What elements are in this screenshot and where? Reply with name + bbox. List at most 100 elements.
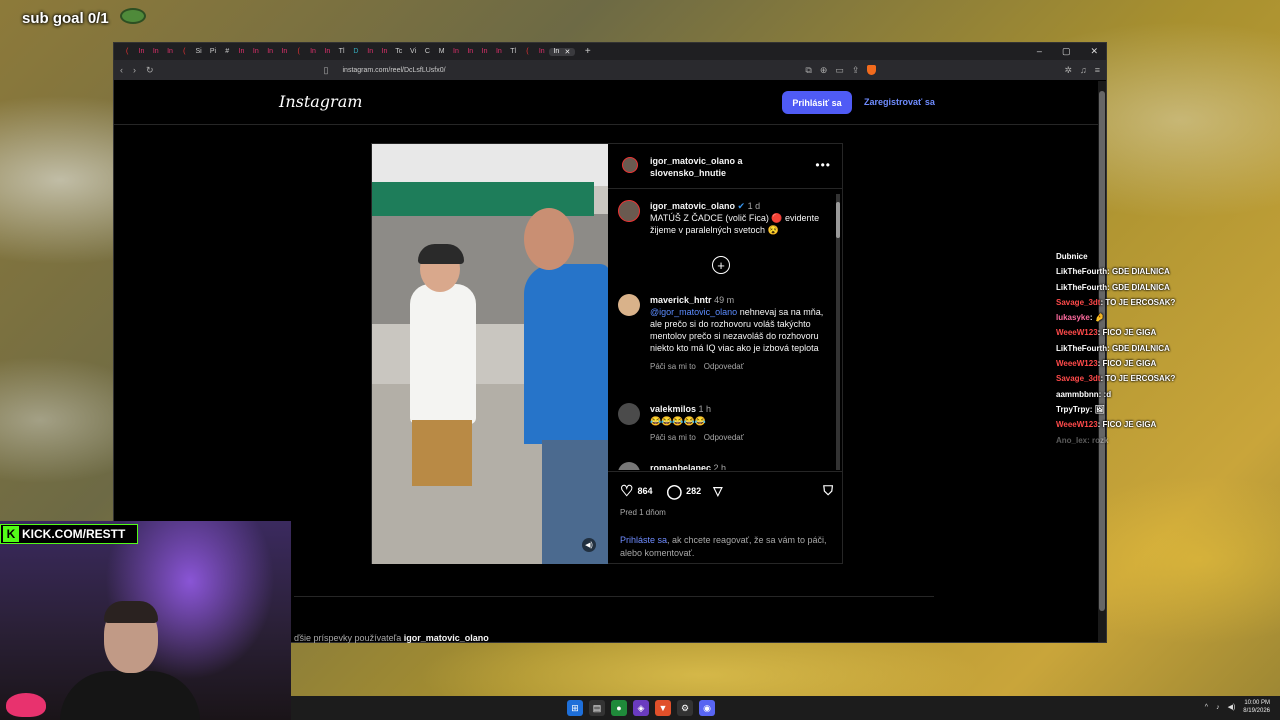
chat-username[interactable]: LikTheFourth [1056,283,1107,292]
tab-active[interactable]: In ✕ [548,47,575,56]
browser-tab[interactable]: Si [191,46,205,58]
comment-mention[interactable]: @igor_matovic_olano [650,307,737,317]
reply-link[interactable]: Odpovedať [704,433,744,442]
chat-username[interactable]: Savage_3dt [1056,298,1100,307]
browser-tab[interactable]: In [463,46,477,58]
chat-username[interactable]: WeeeW123 [1056,359,1098,368]
login-prompt-link[interactable]: Prihláste sa [620,535,667,545]
browser-tab[interactable]: In [320,46,334,58]
browser-tab[interactable]: In [263,46,277,58]
instagram-logo[interactable]: Instagram [279,92,362,111]
reel-video[interactable]: ◀) [372,144,608,564]
browser-tab[interactable]: In [163,46,177,58]
browser-tab[interactable]: In [363,46,377,58]
clock[interactable]: 10:00 PM 8/19/2026 [1243,699,1270,715]
browser-tab[interactable]: ( [120,46,134,58]
chat-username[interactable]: lukasyke [1056,313,1090,322]
new-tab-icon[interactable]: + [585,46,591,57]
more-options-icon[interactable]: ••• [815,158,831,172]
minimize-icon[interactable]: – [1037,46,1042,57]
tab-close-icon[interactable]: ✕ [564,48,570,56]
cast-icon[interactable]: ▭ [835,65,844,76]
browser-tab[interactable]: Pi [206,46,220,58]
browser-tab[interactable]: In [249,46,263,58]
bookmark-icon[interactable]: ▯ [324,65,329,76]
task-view-icon[interactable]: ▤ [589,700,605,716]
maximize-icon[interactable]: ▢ [1062,46,1071,57]
avatar[interactable] [618,462,640,470]
browser-tab[interactable]: In [149,46,163,58]
browser-tab[interactable]: ( [292,46,306,58]
heart-icon[interactable]: ♡ [620,482,633,500]
share-icon[interactable]: ⇪ [852,65,860,76]
comment-user[interactable]: valekmilos [650,404,696,414]
browser-tab[interactable]: In [306,46,320,58]
reply-link[interactable]: Odpovedať [704,362,744,371]
browser-tab[interactable]: ( [520,46,534,58]
settings-icon[interactable]: ⚙ [677,700,693,716]
browser-tab[interactable]: In [377,46,391,58]
browser-tab[interactable]: In [277,46,291,58]
comment-user[interactable]: maverick_hntr [650,295,712,305]
back-icon[interactable]: ‹ [120,65,123,75]
browser-tab[interactable]: ( [177,46,191,58]
forward-icon[interactable]: › [133,65,136,75]
mic-icon[interactable]: ♪ [1216,704,1220,711]
avatar[interactable] [618,294,640,316]
browser-tab[interactable]: In [134,46,148,58]
chat-username[interactable]: LikTheFourth [1056,344,1107,353]
chat-username[interactable]: LikTheFourth [1056,267,1107,276]
more-posts-user[interactable]: igor_matovic_olano [404,633,489,643]
browser-tab[interactable]: M [435,46,449,58]
chat-username[interactable]: Dubnice [1056,252,1088,261]
bookmark-save-icon[interactable]: ⛉ [823,483,833,499]
chat-username[interactable]: WeeeW123 [1056,420,1098,429]
add-circle-icon[interactable]: + [712,256,730,274]
chat-username[interactable]: Savage_3dt [1056,374,1100,383]
brave-icon[interactable]: ▼ [655,700,671,716]
browser-tab[interactable]: Tc [392,46,406,58]
zoom-icon[interactable]: ⊕ [820,65,828,76]
speaker-icon[interactable]: ◀) [582,538,596,552]
browser-tab[interactable]: In [535,46,549,58]
avatar[interactable] [618,403,640,425]
browser-tab[interactable]: Vi [406,46,420,58]
like-comment-link[interactable]: Páči sa mi to [650,362,696,371]
browser-tab[interactable]: C [420,46,434,58]
avatar[interactable] [622,157,638,173]
reload-icon[interactable]: ↻ [146,65,154,76]
caption-user[interactable]: igor_matovic_olano [650,201,735,211]
like-comment-link[interactable]: Páči sa mi to [650,433,696,442]
media-icon[interactable]: ♫ [1080,65,1087,75]
browser-tab[interactable]: Tl [506,46,520,58]
comment-user[interactable]: romanbelanec [650,463,711,470]
register-link[interactable]: Zaregistrovať sa [864,97,935,107]
send-icon[interactable]: ▽ [713,484,722,498]
browser-tab[interactable]: In [492,46,506,58]
browser-tab[interactable]: In [449,46,463,58]
browser-tab[interactable]: D [349,46,363,58]
extensions-icon[interactable]: ✲ [1064,65,1072,76]
chat-username[interactable]: aammbbnn [1056,390,1099,399]
tray-chevron-icon[interactable]: ^ [1205,704,1208,711]
discord-icon[interactable]: ◉ [699,700,715,716]
menu-icon[interactable]: ≡ [1095,65,1100,75]
brave-shield-icon[interactable] [867,65,877,75]
url-field[interactable]: instagram.com/reel/DcLsfLUsfx0/ [343,67,446,74]
browser-tab[interactable]: In [234,46,248,58]
chat-username[interactable]: TrpyTrpy [1056,405,1090,414]
chat-username[interactable]: Ano_lex [1056,436,1087,445]
browser-tab[interactable]: Tl [334,46,348,58]
comment-icon[interactable]: ◯ [666,483,682,500]
chat-username[interactable]: WeeeW123 [1056,328,1098,337]
browser-tab[interactable]: # [220,46,234,58]
twitch-icon[interactable]: ◈ [633,700,649,716]
close-window-icon[interactable]: ✕ [1090,46,1098,57]
browser-tab[interactable]: In [477,46,491,58]
translate-icon[interactable]: ⧉ [805,65,811,76]
start-icon[interactable]: ⊞ [567,700,583,716]
volume-icon[interactable]: ◀) [1228,703,1236,711]
login-button[interactable]: Prihlásiť sa [782,91,852,114]
avatar[interactable] [618,200,640,222]
post-author[interactable]: igor_matovic_olano a slovensko_hnutie [650,155,770,179]
